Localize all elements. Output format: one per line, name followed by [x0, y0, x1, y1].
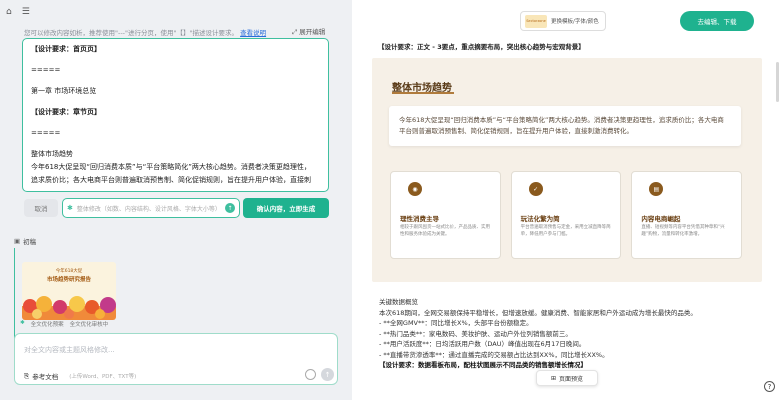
edit-hint: 您可以修改内容如析，推荐使用"---"进行分页，使用"【】"描述设计要求。 查看… — [24, 27, 334, 37]
trend-card-desc: 平台普遍取消预售与定金，采用立减直降等简单，降低用户参与门槛。 — [520, 225, 611, 237]
editor-line: 【设计要求：章节页】 — [31, 108, 101, 116]
body-line: 【设计要求：数据看板布局，配柱状图展示不同品类的销售额增长情况】 — [379, 361, 587, 369]
sparkle-icon: ✱ — [20, 320, 25, 326]
trend-card: ▤ 内容电商崛起直播、短视频等内容平台凭借其种草和“兴趣”购物，流量和转化率激增。 — [631, 171, 743, 259]
trend-card-title: 理性消费主导 — [400, 215, 439, 223]
globe-icon[interactable] — [305, 369, 316, 380]
send-button[interactable]: ↑ — [321, 368, 334, 381]
thumb-caption-right: 全文优化审核中 — [69, 322, 109, 328]
edit-download-button[interactable]: 去编辑、下载 — [680, 11, 754, 31]
body-line: - **用户活跃度**：日均活跃用户数（DAU）峰值出现在6月17日晚间。 — [379, 340, 586, 348]
help-icon[interactable]: ? — [764, 381, 775, 392]
body-line: - **热门品类**：家电数码、美妆护肤、运动户外位列销售额前三。 — [379, 329, 572, 338]
slide-preview: 整体市场趋势 今年618大促呈现“回归消费本质”与“平台策略简化”两大核心趋势。… — [372, 58, 762, 282]
body-line: 关键数据概览 — [379, 298, 418, 306]
trend-cards: ◉ 理性消费主导相较于跟风囤货一站式比价，产品品质、实用性和服务体验成为关键。 ✓ 玩… — [390, 171, 743, 259]
check-icon: ✓ — [528, 182, 543, 196]
trend-card-desc: 相较于跟风囤货一站式比价，产品品质、实用性和服务体验成为关键。 — [400, 225, 490, 237]
trend-card: ◉ 理性消费主导相较于跟风囤货一站式比价，产品品质、实用性和服务体验成为关键。 — [390, 171, 501, 259]
revise-placeholder: 整体修改（如数、内容结构、设计风格、字体大小等） — [76, 205, 221, 213]
slide-body-text: 关键数据概览本次618期间，全网交易额保持平稳增长，但增速放缓。健康消费、智能家… — [379, 297, 759, 371]
change-template-button[interactable]: Sectorzone 更换模板/字体/颜色 — [520, 11, 606, 31]
coin-icon: ◉ — [408, 182, 422, 196]
thumb-title: 市场趋势研究报告 — [46, 277, 91, 283]
chart-icon: ▤ — [649, 182, 664, 196]
revise-send-icon[interactable]: ↑ — [225, 203, 235, 213]
trend-card-desc: 直播、短视频等内容平台凭借其种草和“兴趣”购物，流量和转化率激增。 — [641, 225, 725, 237]
attach-label: 参考文档 — [32, 373, 59, 381]
attach-document-button[interactable]: ⎘ 参考文档 (上传Word、PDF、TXT等) — [24, 371, 137, 382]
editor-line: ===== — [31, 129, 61, 137]
trend-card-title: 玩法化繁为简 — [520, 215, 560, 223]
paperclip-icon: ⎘ — [24, 371, 30, 380]
editor-line: ===== — [31, 66, 61, 74]
change-template-label: 更换模板/字体/颜色 — [551, 19, 599, 25]
editor-line: 【设计要求：首页页】 — [31, 45, 101, 53]
confirm-generate-button[interactable]: 确认内容，立即生成 — [243, 198, 329, 218]
draft-label-text: 初稿 — [23, 238, 37, 246]
design-requirement-top: 【设计要求：正文 - 3要点，重点摘要布局，突出核心趋势与宏观背景】 — [378, 43, 585, 51]
body-line: - **全网GMV**：同比增长X%，头部平台份额稳定。 — [379, 319, 533, 327]
chat-input-box[interactable]: 对全文内容或主题风格修改... ⎘ 参考文档 (上传Word、PDF、TXT等)… — [14, 333, 338, 385]
hint-text: 您可以修改内容如析，推荐使用"---"进行分页，使用"【】"描述设计要求。 — [24, 29, 238, 37]
body-line: 本次618期间，全网交易额保持平稳增长，但增速放缓。健康消费、智能家居和户外运动… — [379, 308, 697, 317]
cancel-button[interactable]: 取消 — [24, 199, 58, 217]
draft-label: ▣ 初稿 — [14, 236, 36, 246]
preview-panel: Sectorzone 更换模板/字体/颜色 去编辑、下载 【设计要求：正文 - … — [352, 0, 782, 400]
editor-line: 整体市场趋势 — [31, 150, 73, 158]
editor-line: 第一章 市场环境总览 — [31, 87, 97, 95]
revise-input[interactable]: ✱ 整体修改（如数、内容结构、设计风格、字体大小等） ↑ — [62, 198, 240, 218]
chat-placeholder: 对全文内容或主题风格修改... — [24, 346, 115, 354]
thumb-subtitle: 今年618大促 — [55, 269, 83, 274]
page-preview-label: 页面预览 — [559, 375, 584, 383]
body-line: - **直播带货渗透率**：通过直播完成的交易额占比达到XX%，同比增长XX%。 — [379, 350, 609, 359]
timeline-line — [14, 248, 15, 338]
trend-card: ✓ 玩法化繁为简平台普遍取消预售与定金，采用立减直降等简单，降低用户参与门槛。 — [510, 171, 622, 259]
editor-line: 追求质价比；各大电商平台则普遍取消预售制、简化促销规则，旨在提升用户体验，直接刺 — [31, 176, 311, 184]
page-preview-button[interactable]: ⊞ 页面预览 — [536, 370, 598, 386]
draft-icon: ▣ — [14, 237, 21, 245]
menu-icon[interactable]: ☰ — [22, 7, 30, 17]
thumb-caption-left: 全文优化预案 — [30, 322, 64, 328]
flowers-illustration — [22, 296, 116, 320]
view-instructions-link[interactable]: 查看说明 — [240, 29, 266, 37]
trend-card-title: 内容电商崛起 — [641, 215, 681, 223]
home-icon[interactable]: ⌂ — [6, 7, 12, 17]
attach-sub: (上传Word、PDF、TXT等) — [69, 374, 137, 380]
title-underline — [392, 92, 454, 94]
outline-editor[interactable]: 【设计要求：首页页】 ===== 第一章 市场环境总览 【设计要求：章节页】 =====… — [22, 38, 329, 192]
template-logo: Sectorzone — [525, 14, 547, 28]
top-toolbar: ⌂ ☰ — [6, 7, 30, 17]
sparkle-icon: ✱ — [67, 204, 73, 212]
expand-edit-button[interactable]: ⤢ 展开编辑 — [292, 26, 325, 37]
slide-summary: 今年618大促呈现“回归消费本质”与“平台策略简化”两大核心趋势。消费者决策更趋… — [389, 106, 741, 146]
expand-icon: ⤢ — [292, 28, 298, 36]
thumb-caption: ✱ 全文优化预案 全文优化审核中 — [20, 320, 108, 328]
expand-edit-label: 展开编辑 — [299, 28, 326, 36]
scrollbar[interactable] — [776, 62, 779, 102]
grid-icon: ⊞ — [550, 374, 556, 382]
editor-panel: ⌂ ☰ 您可以修改内容如析，推荐使用"---"进行分页，使用"【】"描述设计要求… — [0, 0, 352, 400]
draft-thumbnail[interactable]: 今年618大促 市场趋势研究报告 — [22, 262, 116, 320]
editor-line: 今年618大促呈现“回归消费本质”与“平台策略简化”两大核心趋势。消费者决策更趋… — [31, 163, 311, 171]
